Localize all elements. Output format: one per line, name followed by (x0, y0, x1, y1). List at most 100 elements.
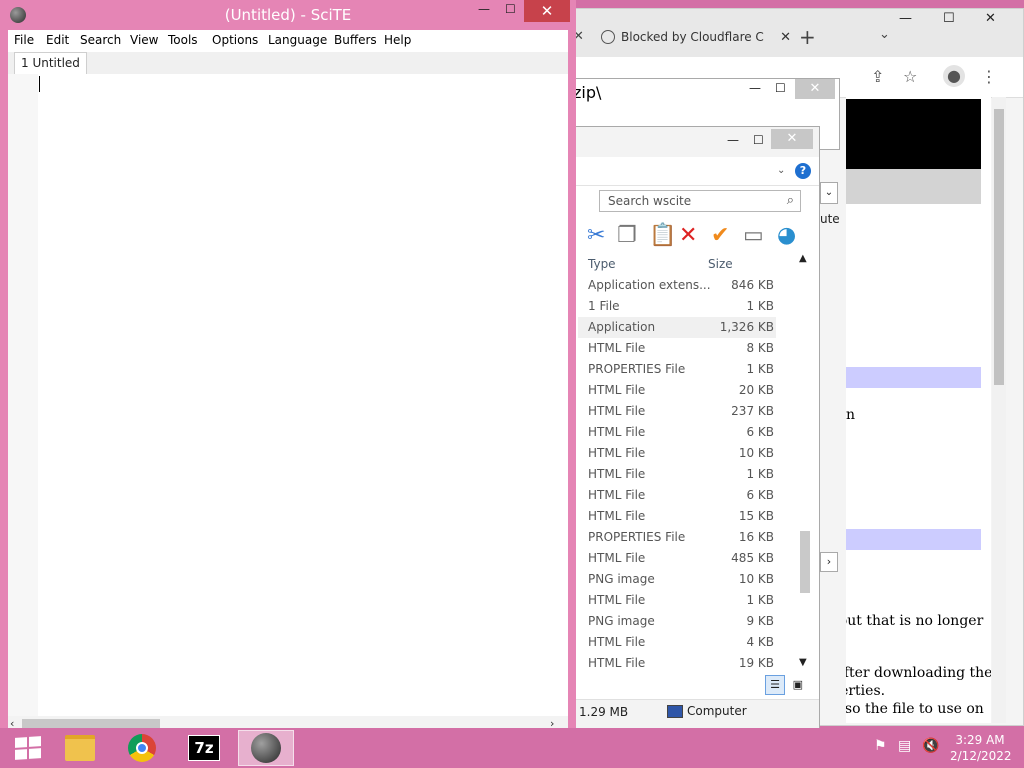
scrollbar-thumb[interactable] (994, 109, 1004, 385)
file-row[interactable]: HTML File 19 KB (578, 653, 776, 674)
column-type[interactable]: Type (588, 257, 616, 271)
file-row[interactable]: HTML File 15 KB (578, 506, 776, 527)
volume-muted-icon[interactable]: 🔇 (922, 738, 939, 754)
taskbar-scite[interactable] (238, 730, 294, 766)
file-row[interactable]: HTML File 6 KB (578, 422, 776, 443)
close-icon[interactable]: ✕ (795, 79, 835, 99)
minimize-icon[interactable]: — (749, 81, 761, 95)
page-highlight-row (846, 529, 981, 550)
delete-icon[interactable]: ✕ (679, 223, 697, 248)
network-icon[interactable]: ▤ (898, 738, 911, 754)
chrome-scrollbar[interactable] (992, 97, 1006, 723)
file-type: HTML File (588, 635, 646, 649)
search-placeholder: Search wscite (608, 194, 692, 208)
file-row[interactable]: PROPERTIES File 1 KB (578, 359, 776, 380)
file-type: Application extens... (588, 278, 711, 292)
chevron-down-icon[interactable]: ⌄ (820, 182, 838, 204)
file-row[interactable]: HTML File 4 KB (578, 632, 776, 653)
menu-item-view[interactable]: View (130, 33, 158, 47)
file-type: HTML File (588, 383, 646, 397)
scrollbar-thumb[interactable] (800, 531, 810, 593)
scroll-down-icon[interactable]: ▼ (799, 657, 807, 668)
file-size: 10 KB (738, 572, 774, 586)
bookmark-star-icon[interactable]: ☆ (903, 67, 917, 86)
maximize-icon[interactable]: ☐ (505, 2, 516, 16)
buffer-tab-untitled[interactable]: 1 Untitled (14, 52, 87, 75)
taskbar-7zip[interactable]: 7z (176, 730, 232, 766)
file-list-scrollbar[interactable]: ▲ ▼ (797, 253, 813, 673)
menu-item-help[interactable]: Help (384, 33, 411, 47)
file-type: 1 File (588, 299, 620, 313)
file-size: 9 KB (746, 614, 774, 628)
file-size: 6 KB (746, 425, 774, 439)
file-row[interactable]: Application 1,326 KB (578, 317, 776, 338)
close-icon[interactable]: ✕ (771, 129, 813, 149)
scrollbar-thumb[interactable] (22, 719, 160, 728)
minimize-icon[interactable]: — (899, 11, 912, 26)
column-size[interactable]: Size (708, 257, 733, 271)
chevron-down-icon[interactable]: ⌄ (879, 27, 890, 42)
close-icon[interactable]: ✕ (985, 11, 996, 26)
chevron-right-icon[interactable]: › (820, 552, 838, 572)
windows-logo-icon (15, 736, 41, 760)
shell-icon[interactable]: ◕ (777, 223, 796, 248)
file-row[interactable]: HTML File 237 KB (578, 401, 776, 422)
file-row[interactable]: HTML File 8 KB (578, 338, 776, 359)
maximize-icon[interactable]: ☐ (775, 81, 786, 95)
file-size: 1 KB (746, 593, 774, 607)
search-icon[interactable]: ⌕ (787, 193, 794, 208)
paste-icon[interactable]: 📋 (649, 223, 676, 248)
file-type: HTML File (588, 446, 646, 460)
file-row[interactable]: PNG image 9 KB (578, 611, 776, 632)
taskbar-file-explorer[interactable] (52, 730, 108, 766)
file-row[interactable]: HTML File 485 KB (578, 548, 776, 569)
rename-icon[interactable]: ▭ (743, 223, 764, 248)
file-row[interactable]: PNG image 10 KB (578, 569, 776, 590)
close-button[interactable]: ✕ (524, 0, 570, 22)
profile-icon[interactable]: ● (943, 65, 965, 87)
chevron-down-icon[interactable]: ⌄ (777, 165, 785, 176)
share-icon[interactable]: ⇪ (871, 67, 884, 86)
menu-item-tools[interactable]: Tools (168, 33, 198, 47)
file-row[interactable]: HTML File 20 KB (578, 380, 776, 401)
file-row[interactable]: HTML File 1 KB (578, 590, 776, 611)
more-menu-icon[interactable]: ⋮ (981, 67, 997, 86)
minimize-icon[interactable]: — (478, 2, 490, 16)
status-size: 1.29 MB (579, 705, 629, 719)
chrome-tab-blocked[interactable]: Blocked by Cloudflare C ✕ (601, 23, 791, 51)
details-view-icon[interactable]: ☰ (765, 675, 785, 695)
cut-icon[interactable]: ✂ (587, 223, 605, 248)
action-center-flag-icon[interactable]: ⚑ (874, 738, 887, 754)
file-row[interactable]: PROPERTIES File 16 KB (578, 527, 776, 548)
file-size: 19 KB (738, 656, 774, 670)
menu-item-buffers[interactable]: Buffers (334, 33, 377, 47)
large-icons-view-icon[interactable]: ▣ (789, 676, 807, 694)
menu-item-edit[interactable]: Edit (46, 33, 69, 47)
tab-close-icon[interactable]: ✕ (780, 30, 791, 45)
checkmark-icon[interactable]: ✔ (711, 223, 729, 248)
system-clock[interactable]: 3:29 AM 2/12/2022 (950, 732, 1012, 764)
taskbar-chrome[interactable] (114, 730, 170, 766)
page-text-line: 00 but that is no longer (846, 613, 984, 629)
menu-item-file[interactable]: File (14, 33, 34, 47)
search-input[interactable]: Search wscite ⌕ (599, 190, 801, 212)
file-row[interactable]: 1 File 1 KB (578, 296, 776, 317)
help-icon[interactable]: ? (795, 163, 811, 179)
copy-icon[interactable]: ❐ (617, 223, 637, 248)
new-tab-icon[interactable]: + (799, 25, 816, 49)
file-row[interactable]: Application extens... 846 KB (578, 275, 776, 296)
file-type: HTML File (588, 509, 646, 523)
file-row[interactable]: HTML File 1 KB (578, 464, 776, 485)
file-row[interactable]: HTML File 10 KB (578, 443, 776, 464)
menu-item-search[interactable]: Search (80, 33, 121, 47)
file-row[interactable]: HTML File 6 KB (578, 485, 776, 506)
maximize-icon[interactable]: ☐ (753, 133, 764, 147)
editor-pane[interactable] (8, 74, 568, 716)
scroll-up-icon[interactable]: ▲ (799, 253, 807, 264)
explorer-titlebar: — ☐ ✕ (573, 127, 819, 157)
minimize-icon[interactable]: — (727, 133, 739, 147)
maximize-icon[interactable]: ☐ (943, 11, 955, 26)
menu-item-language[interactable]: Language (268, 33, 327, 47)
menu-item-options[interactable]: Options (212, 33, 258, 47)
start-button[interactable] (0, 730, 56, 766)
